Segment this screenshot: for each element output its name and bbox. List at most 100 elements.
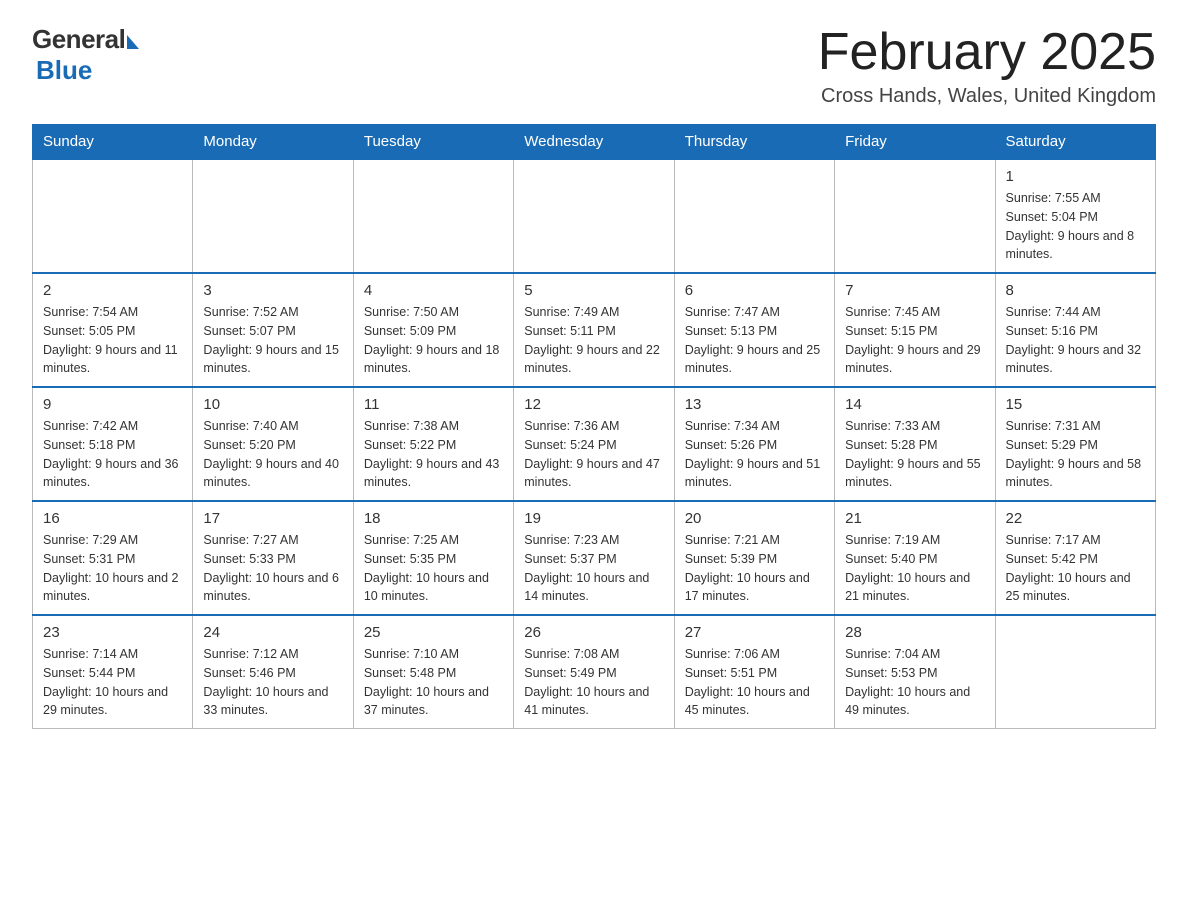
calendar-cell: 26 Sunrise: 7:08 AM Sunset: 5:49 PM Dayli… <box>514 615 674 729</box>
calendar-cell: 1 Sunrise: 7:55 AM Sunset: 5:04 PM Daylig… <box>995 159 1155 273</box>
day-number: 6 <box>685 282 824 299</box>
day-info: Sunrise: 7:12 AM Sunset: 5:46 PM Dayligh… <box>203 645 342 720</box>
day-info: Sunrise: 7:23 AM Sunset: 5:37 PM Dayligh… <box>524 531 663 606</box>
calendar-cell <box>353 159 513 273</box>
day-number: 7 <box>845 282 984 299</box>
day-info: Sunrise: 7:45 AM Sunset: 5:15 PM Dayligh… <box>845 303 984 378</box>
calendar-cell: 12 Sunrise: 7:36 AM Sunset: 5:24 PM Dayli… <box>514 387 674 501</box>
day-info: Sunrise: 7:33 AM Sunset: 5:28 PM Dayligh… <box>845 417 984 492</box>
day-number: 3 <box>203 282 342 299</box>
calendar-cell: 2 Sunrise: 7:54 AM Sunset: 5:05 PM Daylig… <box>33 273 193 387</box>
logo-general-text: General <box>32 24 125 55</box>
calendar-week-row: 16Sunrise: 7:29 AM Sunset: 5:31 PM Dayli… <box>33 501 1156 615</box>
calendar-cell <box>995 615 1155 729</box>
day-number: 1 <box>1006 168 1145 185</box>
calendar-week-row: 2 Sunrise: 7:54 AM Sunset: 5:05 PM Daylig… <box>33 273 1156 387</box>
day-info: Sunrise: 7:25 AM Sunset: 5:35 PM Dayligh… <box>364 531 503 606</box>
day-info: Sunrise: 7:06 AM Sunset: 5:51 PM Dayligh… <box>685 645 824 720</box>
day-number: 5 <box>524 282 663 299</box>
day-info: Sunrise: 7:50 AM Sunset: 5:09 PM Dayligh… <box>364 303 503 378</box>
weekday-header-thursday: Thursday <box>674 125 834 160</box>
day-info: Sunrise: 7:40 AM Sunset: 5:20 PM Dayligh… <box>203 417 342 492</box>
day-info: Sunrise: 7:27 AM Sunset: 5:33 PM Dayligh… <box>203 531 342 606</box>
calendar-cell <box>514 159 674 273</box>
calendar-cell <box>835 159 995 273</box>
day-number: 4 <box>364 282 503 299</box>
day-number: 12 <box>524 396 663 413</box>
day-number: 8 <box>1006 282 1145 299</box>
calendar-cell: 16Sunrise: 7:29 AM Sunset: 5:31 PM Dayli… <box>33 501 193 615</box>
calendar-cell: 7 Sunrise: 7:45 AM Sunset: 5:15 PM Daylig… <box>835 273 995 387</box>
day-info: Sunrise: 7:47 AM Sunset: 5:13 PM Dayligh… <box>685 303 824 378</box>
day-number: 22 <box>1006 510 1145 527</box>
calendar-cell: 11Sunrise: 7:38 AM Sunset: 5:22 PM Dayli… <box>353 387 513 501</box>
day-number: 24 <box>203 624 342 641</box>
calendar-cell: 21Sunrise: 7:19 AM Sunset: 5:40 PM Dayli… <box>835 501 995 615</box>
calendar-cell: 14 Sunrise: 7:33 AM Sunset: 5:28 PM Dayli… <box>835 387 995 501</box>
logo-triangle-icon <box>127 35 139 49</box>
day-info: Sunrise: 7:42 AM Sunset: 5:18 PM Dayligh… <box>43 417 182 492</box>
calendar-cell: 3 Sunrise: 7:52 AM Sunset: 5:07 PM Daylig… <box>193 273 353 387</box>
title-section: February 2025 Cross Hands, Wales, United… <box>818 24 1156 108</box>
day-number: 19 <box>524 510 663 527</box>
calendar-cell <box>193 159 353 273</box>
calendar-cell: 28 Sunrise: 7:04 AM Sunset: 5:53 PM Dayli… <box>835 615 995 729</box>
logo: General Blue <box>32 24 139 86</box>
day-info: Sunrise: 7:10 AM Sunset: 5:48 PM Dayligh… <box>364 645 503 720</box>
day-info: Sunrise: 7:55 AM Sunset: 5:04 PM Dayligh… <box>1006 189 1145 264</box>
day-number: 14 <box>845 396 984 413</box>
day-number: 20 <box>685 510 824 527</box>
weekday-header-monday: Monday <box>193 125 353 160</box>
weekday-header-sunday: Sunday <box>33 125 193 160</box>
calendar-week-row: 9 Sunrise: 7:42 AM Sunset: 5:18 PM Daylig… <box>33 387 1156 501</box>
day-info: Sunrise: 7:29 AM Sunset: 5:31 PM Dayligh… <box>43 531 182 606</box>
day-number: 2 <box>43 282 182 299</box>
calendar-week-row: 1 Sunrise: 7:55 AM Sunset: 5:04 PM Daylig… <box>33 159 1156 273</box>
month-title: February 2025 <box>818 24 1156 81</box>
calendar-cell: 5Sunrise: 7:49 AM Sunset: 5:11 PM Daylig… <box>514 273 674 387</box>
day-info: Sunrise: 7:08 AM Sunset: 5:49 PM Dayligh… <box>524 645 663 720</box>
calendar-cell <box>674 159 834 273</box>
day-number: 27 <box>685 624 824 641</box>
calendar-cell <box>33 159 193 273</box>
calendar-week-row: 23 Sunrise: 7:14 AM Sunset: 5:44 PM Dayli… <box>33 615 1156 729</box>
calendar-table: SundayMondayTuesdayWednesdayThursdayFrid… <box>32 124 1156 729</box>
day-number: 11 <box>364 396 503 413</box>
weekday-header-saturday: Saturday <box>995 125 1155 160</box>
calendar-cell: 4 Sunrise: 7:50 AM Sunset: 5:09 PM Daylig… <box>353 273 513 387</box>
calendar-cell: 17 Sunrise: 7:27 AM Sunset: 5:33 PM Dayli… <box>193 501 353 615</box>
day-number: 23 <box>43 624 182 641</box>
day-info: Sunrise: 7:36 AM Sunset: 5:24 PM Dayligh… <box>524 417 663 492</box>
calendar-cell: 27 Sunrise: 7:06 AM Sunset: 5:51 PM Dayli… <box>674 615 834 729</box>
day-info: Sunrise: 7:14 AM Sunset: 5:44 PM Dayligh… <box>43 645 182 720</box>
day-info: Sunrise: 7:21 AM Sunset: 5:39 PM Dayligh… <box>685 531 824 606</box>
day-number: 15 <box>1006 396 1145 413</box>
day-info: Sunrise: 7:54 AM Sunset: 5:05 PM Dayligh… <box>43 303 182 378</box>
calendar-cell: 19 Sunrise: 7:23 AM Sunset: 5:37 PM Dayli… <box>514 501 674 615</box>
calendar-cell: 22Sunrise: 7:17 AM Sunset: 5:42 PM Dayli… <box>995 501 1155 615</box>
day-info: Sunrise: 7:34 AM Sunset: 5:26 PM Dayligh… <box>685 417 824 492</box>
calendar-cell: 9 Sunrise: 7:42 AM Sunset: 5:18 PM Daylig… <box>33 387 193 501</box>
calendar-cell: 6 Sunrise: 7:47 AM Sunset: 5:13 PM Daylig… <box>674 273 834 387</box>
calendar-cell: 20 Sunrise: 7:21 AM Sunset: 5:39 PM Dayli… <box>674 501 834 615</box>
calendar-cell: 18 Sunrise: 7:25 AM Sunset: 5:35 PM Dayli… <box>353 501 513 615</box>
weekday-header-friday: Friday <box>835 125 995 160</box>
calendar-cell: 24 Sunrise: 7:12 AM Sunset: 5:46 PM Dayli… <box>193 615 353 729</box>
day-info: Sunrise: 7:52 AM Sunset: 5:07 PM Dayligh… <box>203 303 342 378</box>
weekday-header-tuesday: Tuesday <box>353 125 513 160</box>
calendar-cell: 15 Sunrise: 7:31 AM Sunset: 5:29 PM Dayli… <box>995 387 1155 501</box>
day-number: 18 <box>364 510 503 527</box>
calendar-header-row: SundayMondayTuesdayWednesdayThursdayFrid… <box>33 125 1156 160</box>
day-number: 26 <box>524 624 663 641</box>
day-info: Sunrise: 7:31 AM Sunset: 5:29 PM Dayligh… <box>1006 417 1145 492</box>
day-number: 28 <box>845 624 984 641</box>
calendar-cell: 23 Sunrise: 7:14 AM Sunset: 5:44 PM Dayli… <box>33 615 193 729</box>
calendar-cell: 25Sunrise: 7:10 AM Sunset: 5:48 PM Dayli… <box>353 615 513 729</box>
weekday-header-wednesday: Wednesday <box>514 125 674 160</box>
day-number: 13 <box>685 396 824 413</box>
day-number: 17 <box>203 510 342 527</box>
calendar-cell: 13 Sunrise: 7:34 AM Sunset: 5:26 PM Dayli… <box>674 387 834 501</box>
day-info: Sunrise: 7:04 AM Sunset: 5:53 PM Dayligh… <box>845 645 984 720</box>
day-number: 9 <box>43 396 182 413</box>
page-header: General Blue February 2025 Cross Hands, … <box>32 24 1156 108</box>
